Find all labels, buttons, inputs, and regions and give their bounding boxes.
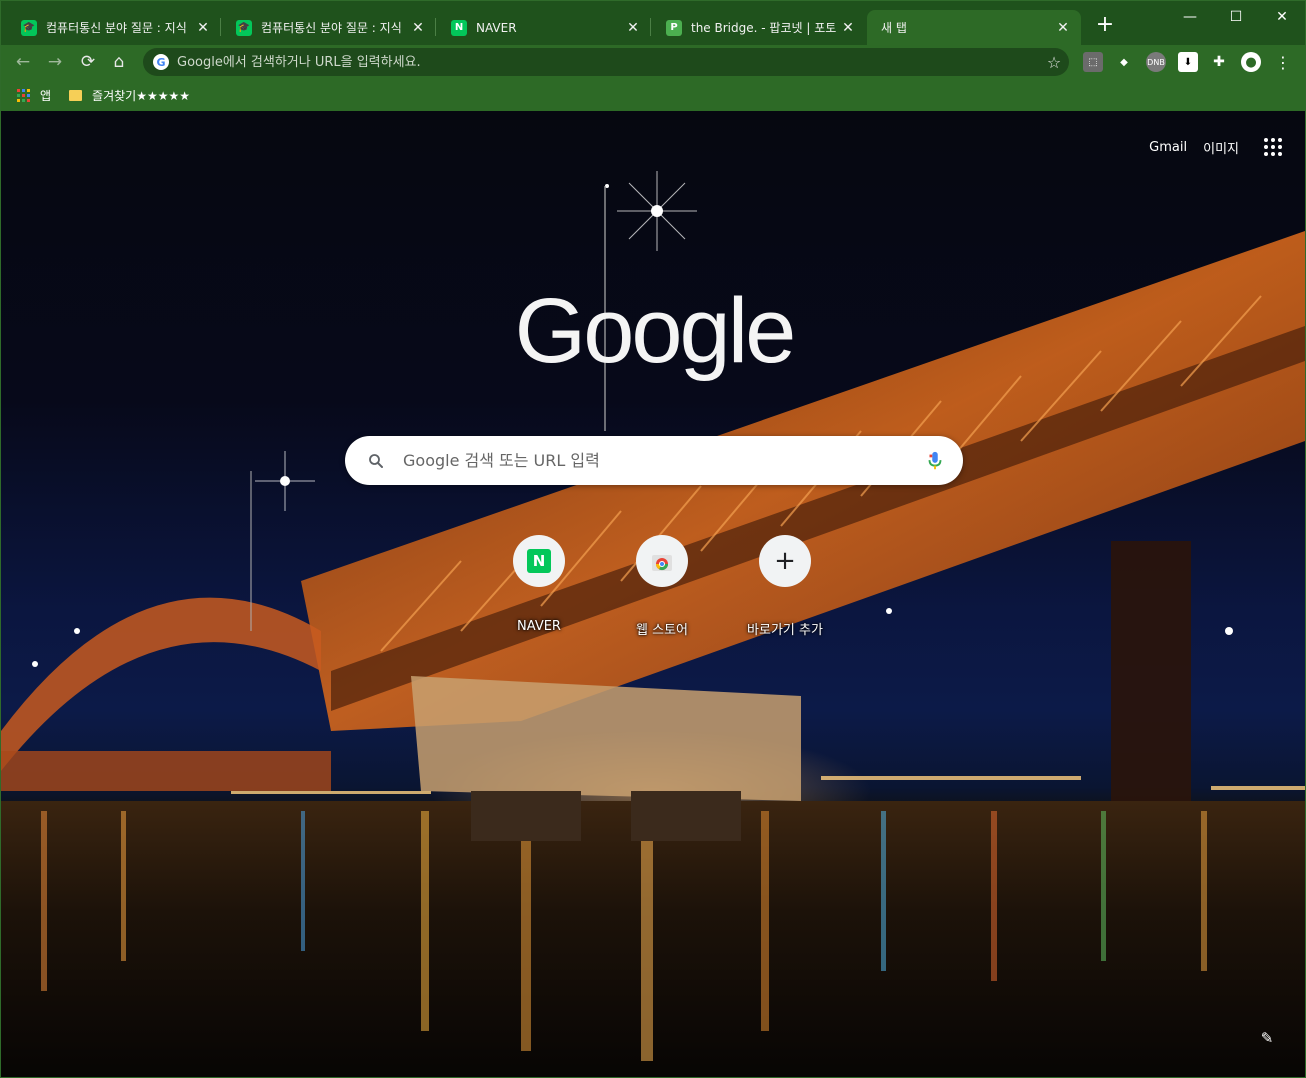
bookmarks-bar: 앱 즐겨찾기★★★★★ bbox=[1, 79, 1305, 111]
bookmark-star-icon[interactable]: ☆ bbox=[1039, 53, 1069, 72]
shortcut-naver[interactable]: N NAVER bbox=[483, 535, 595, 638]
tab-separator bbox=[650, 18, 651, 36]
close-icon[interactable]: ✕ bbox=[840, 20, 856, 36]
ntp-search-input[interactable] bbox=[403, 451, 925, 470]
popco-icon: P bbox=[666, 19, 682, 36]
close-icon[interactable]: ✕ bbox=[625, 20, 641, 36]
shortcut-tile: N bbox=[513, 535, 565, 587]
bookmark-apps[interactable]: 앱 bbox=[17, 87, 51, 104]
toolbar: ← → ⟳ ⌂ G ☆ ⬚ ◆ DNB ⬇ ✚ ● ⋮ bbox=[1, 45, 1305, 79]
tab-new-tab[interactable]: 새 탭 ✕ bbox=[867, 10, 1081, 45]
bookmark-label: 앱 bbox=[40, 88, 52, 103]
browser-window: 🎓 컴퓨터통신 분야 질문 : 지식 ✕ 🎓 컴퓨터통신 분야 질문 : 지식 … bbox=[0, 0, 1306, 1078]
window-close-button[interactable]: ✕ bbox=[1259, 1, 1305, 33]
download-extension-icon[interactable]: ⬇ bbox=[1178, 52, 1198, 72]
omnibox[interactable]: G ☆ bbox=[143, 48, 1069, 76]
bookmark-folder-favorites[interactable]: 즐겨찾기★★★★★ bbox=[69, 87, 190, 104]
graduation-cap-icon: 🎓 bbox=[236, 19, 252, 36]
tab-title: 새 탭 bbox=[881, 21, 907, 35]
tab-kin-2[interactable]: 🎓 컴퓨터통신 분야 질문 : 지식 ✕ bbox=[222, 10, 436, 45]
microphone-icon[interactable] bbox=[925, 450, 945, 472]
address-input[interactable] bbox=[177, 54, 1039, 70]
shortcut-label: 바로가기 추가 bbox=[747, 623, 823, 638]
shortcut-web-store[interactable]: 웹 스토어 bbox=[606, 535, 718, 638]
acrobat-icon[interactable]: ⬚ bbox=[1083, 52, 1103, 72]
tab-popco[interactable]: P the Bridge. - 팝코넷 | 포토 ✕ bbox=[652, 10, 866, 45]
tab-naver[interactable]: N NAVER ✕ bbox=[437, 10, 651, 45]
forward-button[interactable]: → bbox=[44, 51, 66, 73]
google-logo: Google bbox=[514, 280, 797, 382]
tab-kin-1[interactable]: 🎓 컴퓨터통신 분야 질문 : 지식 ✕ bbox=[7, 10, 221, 45]
images-link[interactable]: 이미지 bbox=[1203, 138, 1239, 157]
shortcut-label: NAVER bbox=[517, 619, 561, 634]
tab-title: 컴퓨터통신 분야 질문 : 지식 bbox=[261, 21, 402, 35]
maximize-button[interactable]: ☐ bbox=[1213, 1, 1259, 33]
bookmark-label: 즐겨찾기★★★★★ bbox=[92, 88, 190, 103]
new-tab-button[interactable]: + bbox=[1093, 14, 1117, 38]
shortcut-label: 웹 스토어 bbox=[636, 623, 688, 638]
naver-icon: N bbox=[451, 19, 467, 36]
google-g-icon: G bbox=[153, 54, 169, 70]
new-tab-page: Gmail 이미지 Google N bbox=[1, 111, 1305, 1077]
tab-separator bbox=[220, 18, 221, 36]
tab-title: NAVER bbox=[476, 20, 517, 35]
multicolor-extension-icon[interactable]: ◆ bbox=[1114, 52, 1134, 72]
close-icon[interactable]: ✕ bbox=[1055, 20, 1071, 36]
close-icon[interactable]: ✕ bbox=[410, 20, 426, 36]
tab-title: the Bridge. - 팝코넷 | 포토 bbox=[691, 21, 837, 35]
folder-icon bbox=[69, 89, 83, 101]
google-apps-icon[interactable] bbox=[1261, 135, 1285, 159]
gmail-link[interactable]: Gmail bbox=[1149, 140, 1187, 155]
shortcut-add[interactable]: + 바로가기 추가 bbox=[729, 535, 841, 638]
top-links: Gmail 이미지 bbox=[1149, 135, 1285, 159]
back-button[interactable]: ← bbox=[12, 51, 34, 73]
shortcut-tile: + bbox=[759, 535, 811, 587]
extensions-puzzle-icon[interactable]: ✚ bbox=[1209, 52, 1229, 72]
minimize-button[interactable]: — bbox=[1167, 1, 1213, 33]
home-button[interactable]: ⌂ bbox=[108, 51, 130, 73]
apps-grid-icon bbox=[17, 88, 30, 102]
reload-button[interactable]: ⟳ bbox=[77, 51, 99, 73]
menu-kebab-icon[interactable]: ⋮ bbox=[1273, 52, 1293, 72]
chrome-web-store-icon bbox=[652, 555, 672, 571]
tab-separator bbox=[435, 18, 436, 36]
close-icon[interactable]: ✕ bbox=[195, 20, 211, 36]
shortcuts-grid: N NAVER 웹 스토어 + 바로가기 추가 bbox=[483, 535, 852, 638]
tab-title: 컴퓨터통신 분야 질문 : 지식 bbox=[46, 21, 187, 35]
plus-icon: + bbox=[774, 546, 796, 576]
shortcut-tile bbox=[636, 535, 688, 587]
dnb-extension-icon[interactable]: DNB bbox=[1146, 52, 1166, 72]
tab-strip: 🎓 컴퓨터통신 분야 질문 : 지식 ✕ 🎓 컴퓨터통신 분야 질문 : 지식 … bbox=[1, 1, 1305, 45]
search-icon bbox=[369, 453, 383, 468]
ntp-search-box[interactable] bbox=[345, 436, 963, 485]
naver-icon: N bbox=[527, 549, 551, 573]
profile-avatar-icon[interactable]: ● bbox=[1241, 52, 1261, 72]
customize-pencil-icon[interactable]: ✎ bbox=[1257, 1029, 1277, 1049]
graduation-cap-icon: 🎓 bbox=[21, 19, 37, 36]
